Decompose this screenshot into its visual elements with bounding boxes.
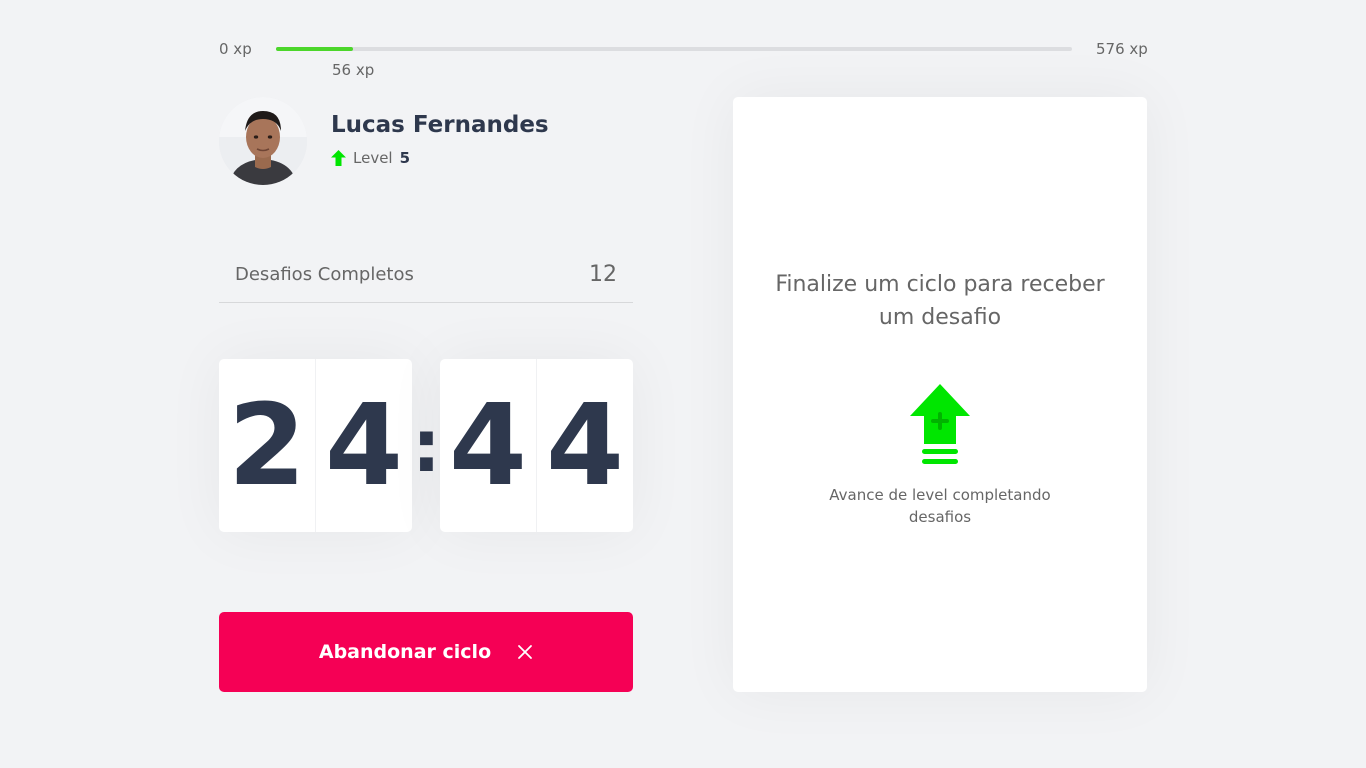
challenge-hint: Avance de level completando desafios [829,486,1051,526]
countdown-minutes: 2 4 [219,359,412,532]
completed-challenges-label: Desafios Completos [235,263,414,285]
avatar [219,97,307,185]
level-value: 5 [399,149,411,167]
xp-progress-bar [276,47,1072,51]
countdown-timer: 2 4 : 4 4 [219,359,633,532]
minute-digit-left: 2 [228,380,306,511]
xp-current-label: 56 xp [332,61,375,79]
level-label: Level [353,149,393,167]
xp-max-label: 576 xp [1096,40,1148,58]
profile-level: Level 5 [331,149,410,167]
user-photo-icon [219,97,307,185]
minute-digit-right: 4 [315,359,412,532]
xp-progress-fill [276,47,354,51]
completed-challenges-count: 12 [589,261,617,287]
abandon-cycle-label: Abandonar ciclo [318,641,492,663]
second-digit-left: 4 [449,380,527,511]
level-arrow-icon [331,150,346,166]
challenge-title: Finalize um ciclo para receber um desafi… [775,272,1105,330]
countdown-separator: : [412,403,441,488]
close-icon [518,645,533,659]
completed-challenges: Desafios Completos 12 [219,246,633,303]
countdown-seconds: 4 4 [440,359,633,532]
challenge-box: Finalize um ciclo para receber um desafi… [733,97,1147,692]
profile-name: Lucas Fernandes [331,112,549,138]
level-up-icon [910,384,970,464]
second-digit-right: 4 [536,359,633,532]
abandon-cycle-button[interactable]: Abandonar ciclo [219,612,633,692]
xp-min-label: 0 xp [219,40,252,58]
app-container: 0 xp 576 xp 56 xp Lucas Fernandes Level … [0,0,1366,768]
